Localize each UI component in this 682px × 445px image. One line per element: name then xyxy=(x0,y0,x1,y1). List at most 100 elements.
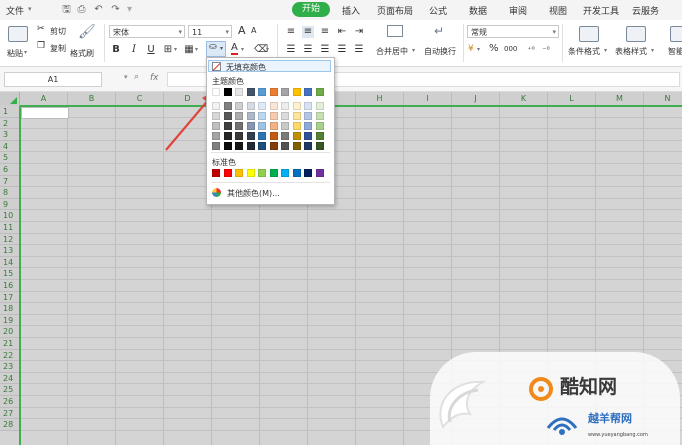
cell-style-icon[interactable]: ▦ xyxy=(183,44,195,56)
number-format-select[interactable]: 常规 ▾ xyxy=(467,25,559,38)
tab-cloud[interactable]: 云服务 xyxy=(632,4,659,17)
smart-tools-button[interactable]: 智能 xyxy=(664,24,682,62)
standard-color-swatch[interactable] xyxy=(235,169,243,177)
theme-shade-swatch[interactable] xyxy=(235,142,243,150)
theme-shade-swatch[interactable] xyxy=(258,112,266,120)
row-header-22[interactable]: 22 xyxy=(0,349,20,362)
row-header-6[interactable]: 6 xyxy=(0,164,20,176)
distributed-icon[interactable]: ☰ xyxy=(353,44,365,56)
row-header-8[interactable]: 8 xyxy=(0,187,20,199)
row-header-16[interactable]: 16 xyxy=(0,280,20,292)
quick-access-dropdown-icon[interactable]: ▾ xyxy=(124,4,135,15)
percent-button[interactable]: % xyxy=(489,43,499,54)
border-dropdown-icon[interactable]: ▾ xyxy=(174,46,177,53)
row-header-3[interactable]: 3 xyxy=(0,129,20,141)
row-header-27[interactable]: 27 xyxy=(0,407,20,420)
column-header-h[interactable]: H xyxy=(356,92,404,106)
eraser-icon[interactable]: ⌫ xyxy=(254,44,268,56)
standard-color-swatch[interactable] xyxy=(223,169,232,177)
tab-view[interactable]: 视图 xyxy=(549,4,567,17)
theme-shade-swatch[interactable] xyxy=(212,112,220,120)
standard-color-swatch[interactable] xyxy=(292,169,301,177)
align-middle-icon[interactable]: ≡ xyxy=(302,26,314,38)
row-header-19[interactable]: 19 xyxy=(0,314,20,327)
theme-shade-swatch[interactable] xyxy=(258,122,266,130)
theme-shade-swatch[interactable] xyxy=(223,112,232,120)
name-box[interactable]: A1 xyxy=(4,72,102,87)
active-cell-a1[interactable] xyxy=(21,107,69,119)
font-name-select[interactable]: 宋体 ▾ xyxy=(109,25,185,38)
table-style-button[interactable]: 表格样式 ▾ xyxy=(613,24,657,62)
theme-shade-swatch[interactable] xyxy=(235,132,243,140)
theme-shade-swatch[interactable] xyxy=(281,122,289,130)
column-header-j[interactable]: J xyxy=(452,92,500,106)
row-header-23[interactable]: 23 xyxy=(0,361,20,373)
row-header-7[interactable]: 7 xyxy=(0,175,20,188)
font-color-dropdown-icon[interactable]: ▾ xyxy=(241,46,244,53)
theme-color-swatch[interactable] xyxy=(235,88,243,96)
save-icon[interactable]: 🖫 xyxy=(61,4,72,15)
theme-color-swatch[interactable] xyxy=(292,88,301,96)
justify-icon[interactable]: ☰ xyxy=(336,44,348,56)
standard-color-swatch[interactable] xyxy=(315,169,324,177)
theme-shade-swatch[interactable] xyxy=(281,142,289,150)
standard-color-swatch[interactable] xyxy=(212,169,220,177)
tab-insert[interactable]: 插入 xyxy=(342,4,360,17)
row-header-11[interactable]: 11 xyxy=(0,222,20,234)
theme-shade-swatch[interactable] xyxy=(246,132,255,140)
theme-color-swatch[interactable] xyxy=(258,88,266,96)
row-header-5[interactable]: 5 xyxy=(0,152,20,164)
theme-color-swatch[interactable] xyxy=(269,88,278,96)
theme-color-swatch[interactable] xyxy=(212,88,220,96)
align-right-icon[interactable]: ☰ xyxy=(319,44,331,56)
row-header-2[interactable]: 2 xyxy=(0,117,20,130)
standard-color-swatch[interactable] xyxy=(281,169,289,177)
theme-shade-swatch[interactable] xyxy=(212,132,220,140)
standard-color-swatch[interactable] xyxy=(246,169,255,177)
indent-decrease-icon[interactable]: ⇤ xyxy=(336,26,348,38)
theme-shade-swatch[interactable] xyxy=(304,122,312,130)
underline-button[interactable]: U xyxy=(145,44,157,56)
theme-shade-swatch[interactable] xyxy=(315,112,324,120)
theme-shade-swatch[interactable] xyxy=(315,132,324,140)
theme-shade-swatch[interactable] xyxy=(315,102,324,110)
name-box-dropdown-icon[interactable]: ▾ xyxy=(124,73,128,81)
tab-page-layout[interactable]: 页面布局 xyxy=(377,4,413,17)
indent-increase-icon[interactable]: ⇥ xyxy=(353,26,365,38)
theme-shade-swatch[interactable] xyxy=(292,112,301,120)
theme-shade-swatch[interactable] xyxy=(246,122,255,130)
theme-shade-swatch[interactable] xyxy=(223,102,232,110)
tab-formula[interactable]: 公式 xyxy=(429,4,447,17)
row-header-18[interactable]: 18 xyxy=(0,303,20,315)
file-menu[interactable]: 文件 xyxy=(6,4,24,17)
thousands-separator-button[interactable]: 000 xyxy=(504,45,517,53)
increase-decimal-icon[interactable]: ⁺⁰ xyxy=(525,44,537,56)
theme-shade-swatch[interactable] xyxy=(281,112,289,120)
theme-shade-swatch[interactable] xyxy=(281,132,289,140)
theme-shade-swatch[interactable] xyxy=(246,102,255,110)
theme-shade-swatch[interactable] xyxy=(223,122,232,130)
standard-color-swatch[interactable] xyxy=(304,169,312,177)
row-header-12[interactable]: 12 xyxy=(0,233,20,246)
column-header-c[interactable]: C xyxy=(116,92,164,106)
format-painter-button[interactable]: 🖌 格式刷 xyxy=(70,24,100,62)
fx-icon[interactable]: fx xyxy=(150,73,159,83)
conditional-format-button[interactable]: 条件格式 ▾ xyxy=(566,24,610,62)
grow-font-button[interactable]: A xyxy=(238,24,246,37)
currency-icon[interactable]: ¥ xyxy=(468,44,474,54)
column-header-n[interactable]: N xyxy=(644,92,682,106)
font-size-select[interactable]: 11 ▾ xyxy=(188,25,232,38)
theme-shade-swatch[interactable] xyxy=(269,112,278,120)
row-header-13[interactable]: 13 xyxy=(0,245,20,257)
align-left-icon[interactable]: ☰ xyxy=(285,44,297,56)
row-header-21[interactable]: 21 xyxy=(0,338,20,350)
currency-dropdown-icon[interactable]: ▾ xyxy=(477,46,480,53)
row-header-20[interactable]: 20 xyxy=(0,326,20,338)
border-icon[interactable]: ⊞ xyxy=(162,44,174,56)
theme-shade-swatch[interactable] xyxy=(292,102,301,110)
theme-shade-swatch[interactable] xyxy=(292,122,301,130)
row-header-14[interactable]: 14 xyxy=(0,256,20,269)
print-icon[interactable]: ⎙ xyxy=(76,4,87,15)
theme-shade-swatch[interactable] xyxy=(304,102,312,110)
theme-shade-swatch[interactable] xyxy=(223,142,232,150)
